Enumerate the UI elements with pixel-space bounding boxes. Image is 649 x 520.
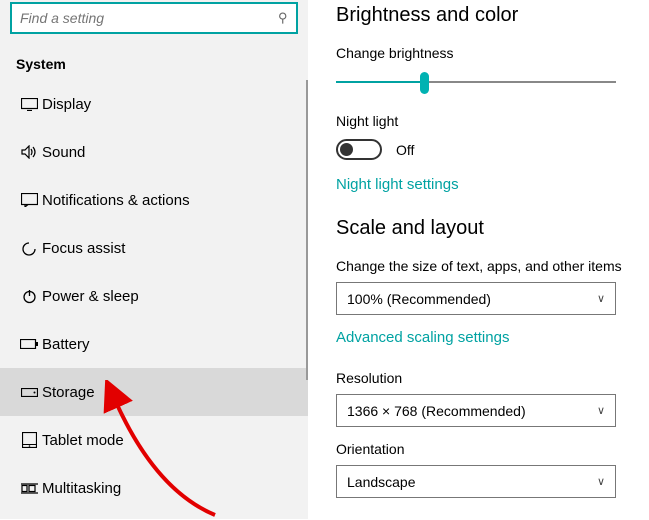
sidebar-item-tablet-mode[interactable]: Tablet mode [0,416,308,464]
resolution-dropdown[interactable]: 1366 × 768 (Recommended) ∨ [336,394,616,427]
scale-heading: Scale and layout [336,217,629,240]
sidebar-item-label: Storage [42,384,95,401]
brightness-label: Change brightness [336,45,629,61]
sidebar-item-battery[interactable]: Battery [0,320,308,368]
sidebar-item-power-sleep[interactable]: Power & sleep [0,272,308,320]
chevron-down-icon: ∨ [597,292,605,305]
sidebar-scrollbar[interactable] [306,80,308,380]
power-icon [16,289,42,304]
scale-label: Change the size of text, apps, and other… [336,258,629,274]
night-light-state: Off [396,142,414,158]
sound-icon [16,145,42,159]
advanced-scaling-link[interactable]: Advanced scaling settings [336,329,629,346]
main-panel: Brightness and color Change brightness N… [308,0,649,519]
notifications-icon [16,193,42,207]
battery-icon [16,339,42,349]
brightness-slider[interactable] [336,71,616,95]
focus-assist-icon [16,241,42,256]
brightness-heading: Brightness and color [336,4,629,27]
resolution-value: 1366 × 768 (Recommended) [347,403,526,419]
orientation-value: Landscape [347,474,416,490]
night-light-settings-link[interactable]: Night light settings [336,176,629,193]
sidebar-item-multitasking[interactable]: Multitasking [0,464,308,512]
resolution-label: Resolution [336,370,629,386]
sidebar-item-display[interactable]: Display [0,80,308,128]
night-light-toggle[interactable] [336,139,382,160]
sidebar-item-label: Power & sleep [42,288,139,305]
category-label: System [0,34,308,80]
orientation-label: Orientation [336,441,629,457]
sidebar-item-sound[interactable]: Sound [0,128,308,176]
sidebar-item-label: Sound [42,144,85,161]
sidebar-item-label: Display [42,96,91,113]
storage-icon [16,388,42,397]
chevron-down-icon: ∨ [597,404,605,417]
display-icon [16,98,42,111]
scale-dropdown[interactable]: 100% (Recommended) ∨ [336,282,616,315]
sidebar-item-notifications[interactable]: Notifications & actions [0,176,308,224]
search-box[interactable]: ⚲ [10,2,298,34]
chevron-down-icon: ∨ [597,475,605,488]
sidebar-item-label: Multitasking [42,480,121,497]
scale-value: 100% (Recommended) [347,291,491,307]
sidebar-item-label: Tablet mode [42,432,124,449]
multitasking-icon [16,482,42,495]
sidebar-item-label: Battery [42,336,90,353]
sidebar-item-storage[interactable]: Storage [0,368,308,416]
sidebar-item-label: Notifications & actions [42,192,190,209]
slider-thumb[interactable] [420,72,429,94]
sidebar-item-label: Focus assist [42,240,125,257]
sidebar-item-focus-assist[interactable]: Focus assist [0,224,308,272]
night-light-label: Night light [336,113,629,129]
orientation-dropdown[interactable]: Landscape ∨ [336,465,616,498]
search-icon: ⚲ [278,10,288,26]
tablet-icon [16,432,42,448]
sidebar: ⚲ System Display Sound Notifications & a… [0,0,308,519]
search-input[interactable] [20,10,278,26]
